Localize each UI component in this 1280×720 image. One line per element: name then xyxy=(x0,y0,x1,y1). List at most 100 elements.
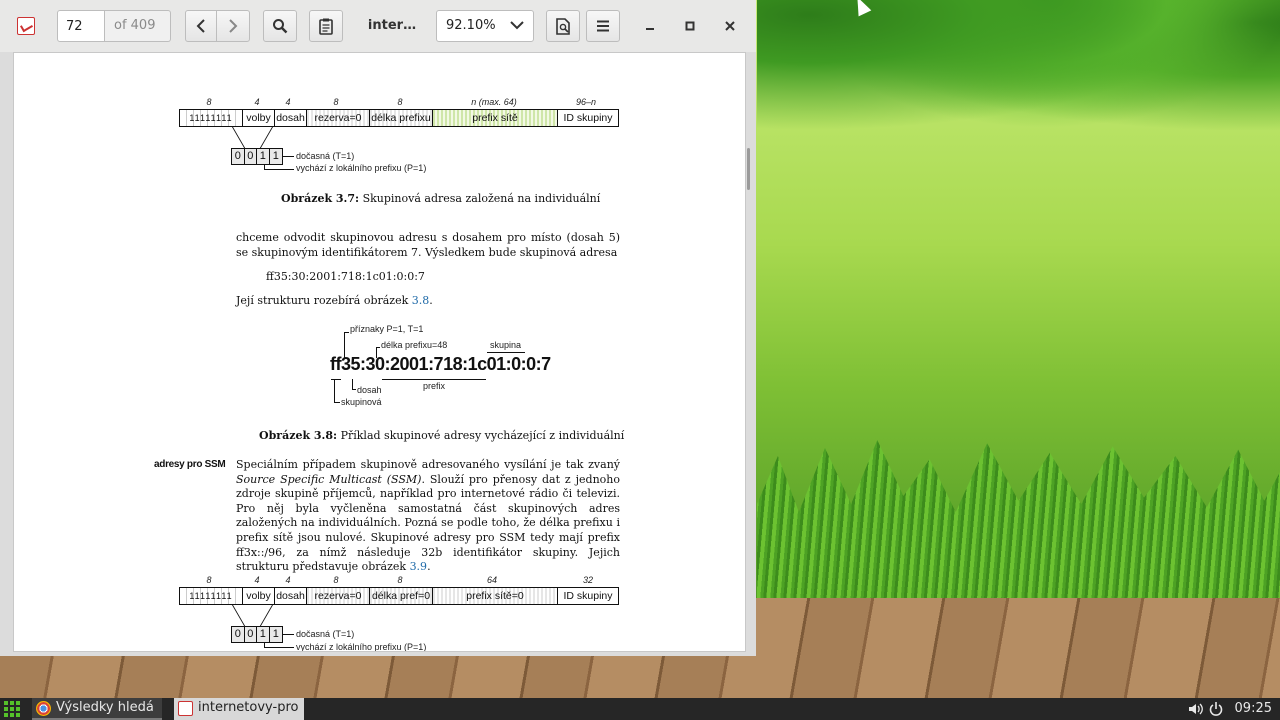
search-button[interactable] xyxy=(263,10,297,42)
maximize-icon xyxy=(685,21,695,31)
connector-line xyxy=(232,605,246,627)
connector-line xyxy=(352,389,356,390)
caption-text: Příklad skupinové adresy vycházející z i… xyxy=(337,429,625,442)
figure-link[interactable]: 3.9 xyxy=(410,560,428,573)
close-button[interactable] xyxy=(718,14,742,38)
connector-line xyxy=(334,402,340,403)
flag-bit: 0 xyxy=(244,627,258,642)
paragraph-text: Speciálním případem skupinově adresované… xyxy=(236,458,620,471)
prefix-ones-field: 11111111 xyxy=(180,110,243,126)
paragraph-text: . Slouží pro přenosy dat z jednoho zdroj… xyxy=(236,472,620,574)
close-icon xyxy=(725,21,735,31)
volume-icon[interactable] xyxy=(1187,701,1203,717)
chevron-down-icon xyxy=(510,21,524,30)
note-prefix-based: vychází z lokálního prefixu (P=1) xyxy=(296,642,427,652)
bit-width-label: 8 xyxy=(397,97,403,107)
connector-line xyxy=(259,127,273,149)
document-viewport[interactable]: 8 4 4 8 8 n (max. 64) 96–n 11111111 volb… xyxy=(0,52,756,656)
caption-text: Skupinová adresa založená na individuáln… xyxy=(359,192,601,205)
label-multicast: skupinová xyxy=(341,397,382,407)
annotations-button[interactable] xyxy=(309,10,343,42)
power-icon[interactable] xyxy=(1208,701,1224,717)
ssm-address-bit-layout: 11111111 volby dosah rezerva=0 délka pre… xyxy=(179,587,619,605)
pdf-viewer-window: of 409 inter… 92.10% xyxy=(0,0,756,656)
bit-width-label: 32 xyxy=(582,575,593,585)
field-prefix-length: délka prefixu xyxy=(370,110,433,126)
field-flags: volby xyxy=(243,588,275,604)
clipboard-icon xyxy=(319,18,333,35)
connector-line xyxy=(232,127,246,149)
paragraph-text: Její strukturu rozebírá obrázek xyxy=(236,294,412,307)
pdf-app-icon xyxy=(178,701,193,716)
search-icon xyxy=(273,19,288,34)
paragraph-end: . xyxy=(427,560,431,574)
find-in-document-button[interactable] xyxy=(546,10,580,42)
connector-line xyxy=(344,332,349,333)
bit-width-label: 8 xyxy=(206,97,212,107)
vertical-scrollbar[interactable] xyxy=(747,148,750,190)
figure-caption: Obrázek 3.8: Příklad skupinové adresy vy… xyxy=(259,429,624,442)
taskbar-task-pdf[interactable]: internetovy-pro xyxy=(174,698,304,720)
figure-caption: Obrázek 3.7: Skupinová adresa založená n… xyxy=(281,192,600,205)
paragraph: Její strukturu rozebírá obrázek 3.8. xyxy=(236,294,620,309)
grid-dot xyxy=(16,707,20,711)
note-temporary: dočasná (T=1) xyxy=(296,629,355,639)
caption-label: Obrázek 3.7: xyxy=(281,192,360,205)
zoom-value: 92.10% xyxy=(446,18,496,33)
app-menu-button[interactable] xyxy=(4,701,20,717)
field-group-id: ID skupiny xyxy=(563,112,613,124)
bit-width-label: 8 xyxy=(397,575,403,585)
bit-width-label: 96–n xyxy=(575,97,597,107)
bracket-line xyxy=(487,352,525,353)
flag-bit: 1 xyxy=(269,149,283,164)
field-reserved: rezerva=0 xyxy=(307,110,370,126)
bit-width-label: 64 xyxy=(486,575,497,585)
address-bit-layout: 11111111 volby dosah rezerva=0 délka pre… xyxy=(179,109,619,127)
maximize-button[interactable] xyxy=(678,14,702,38)
connector-line xyxy=(264,169,294,170)
pdf-app-icon xyxy=(17,17,35,35)
document-search-icon xyxy=(555,17,570,35)
label-scope: dosah xyxy=(357,385,382,395)
field-flags: volby xyxy=(243,110,275,126)
field-group-id: ID skupiny xyxy=(563,590,613,602)
flag-bit: 1 xyxy=(269,627,283,642)
zoom-select[interactable]: 92.10% xyxy=(436,10,534,42)
wallpaper-leaves xyxy=(757,0,1280,150)
page-total-label: of 409 xyxy=(105,10,171,42)
previous-page-button[interactable] xyxy=(185,10,217,42)
field-scope: dosah xyxy=(275,588,307,604)
label-prefix-length: délka prefixu=48 xyxy=(381,340,448,350)
grid-dot xyxy=(4,707,8,711)
flag-bit: 1 xyxy=(257,627,270,642)
grid-dot xyxy=(4,701,8,705)
connector-line xyxy=(282,634,294,635)
bit-width-label: 4 xyxy=(254,97,260,107)
connector-line xyxy=(376,347,380,348)
bit-width-label: n (max. 64) xyxy=(471,97,517,107)
menu-button[interactable] xyxy=(586,10,620,42)
flag-bit: 0 xyxy=(244,149,258,164)
field-scope: dosah xyxy=(275,110,307,126)
grid-dot xyxy=(10,701,14,705)
taskbar-task-browser[interactable]: Výsledky hledá xyxy=(32,698,162,720)
figure-link[interactable]: 3.8 xyxy=(412,294,430,307)
hamburger-icon xyxy=(597,20,609,32)
flag-bit: 1 xyxy=(257,149,270,164)
paragraph-end: . xyxy=(429,294,433,307)
taskbar-task-label: internetovy-pro xyxy=(198,700,299,715)
field-network-prefix: prefix sítě=0 xyxy=(433,588,558,604)
chevron-right-icon xyxy=(229,19,238,33)
bit-width-label: 8 xyxy=(206,575,212,585)
connector-line xyxy=(259,605,273,627)
next-page-button[interactable] xyxy=(216,10,250,42)
minimize-button[interactable] xyxy=(638,14,662,38)
grid-dot xyxy=(16,701,20,705)
label-group: skupina xyxy=(490,340,522,350)
field-network-prefix: prefix sítě xyxy=(433,110,558,126)
paragraph: chceme odvodit skupinovou adresu s dosah… xyxy=(236,231,620,259)
prefix-ones-field: 11111111 xyxy=(180,588,243,604)
taskbar-task-label: Výsledky hledá xyxy=(56,700,154,715)
wallpaper-grass xyxy=(757,440,1280,600)
page-number-input[interactable] xyxy=(57,10,105,42)
